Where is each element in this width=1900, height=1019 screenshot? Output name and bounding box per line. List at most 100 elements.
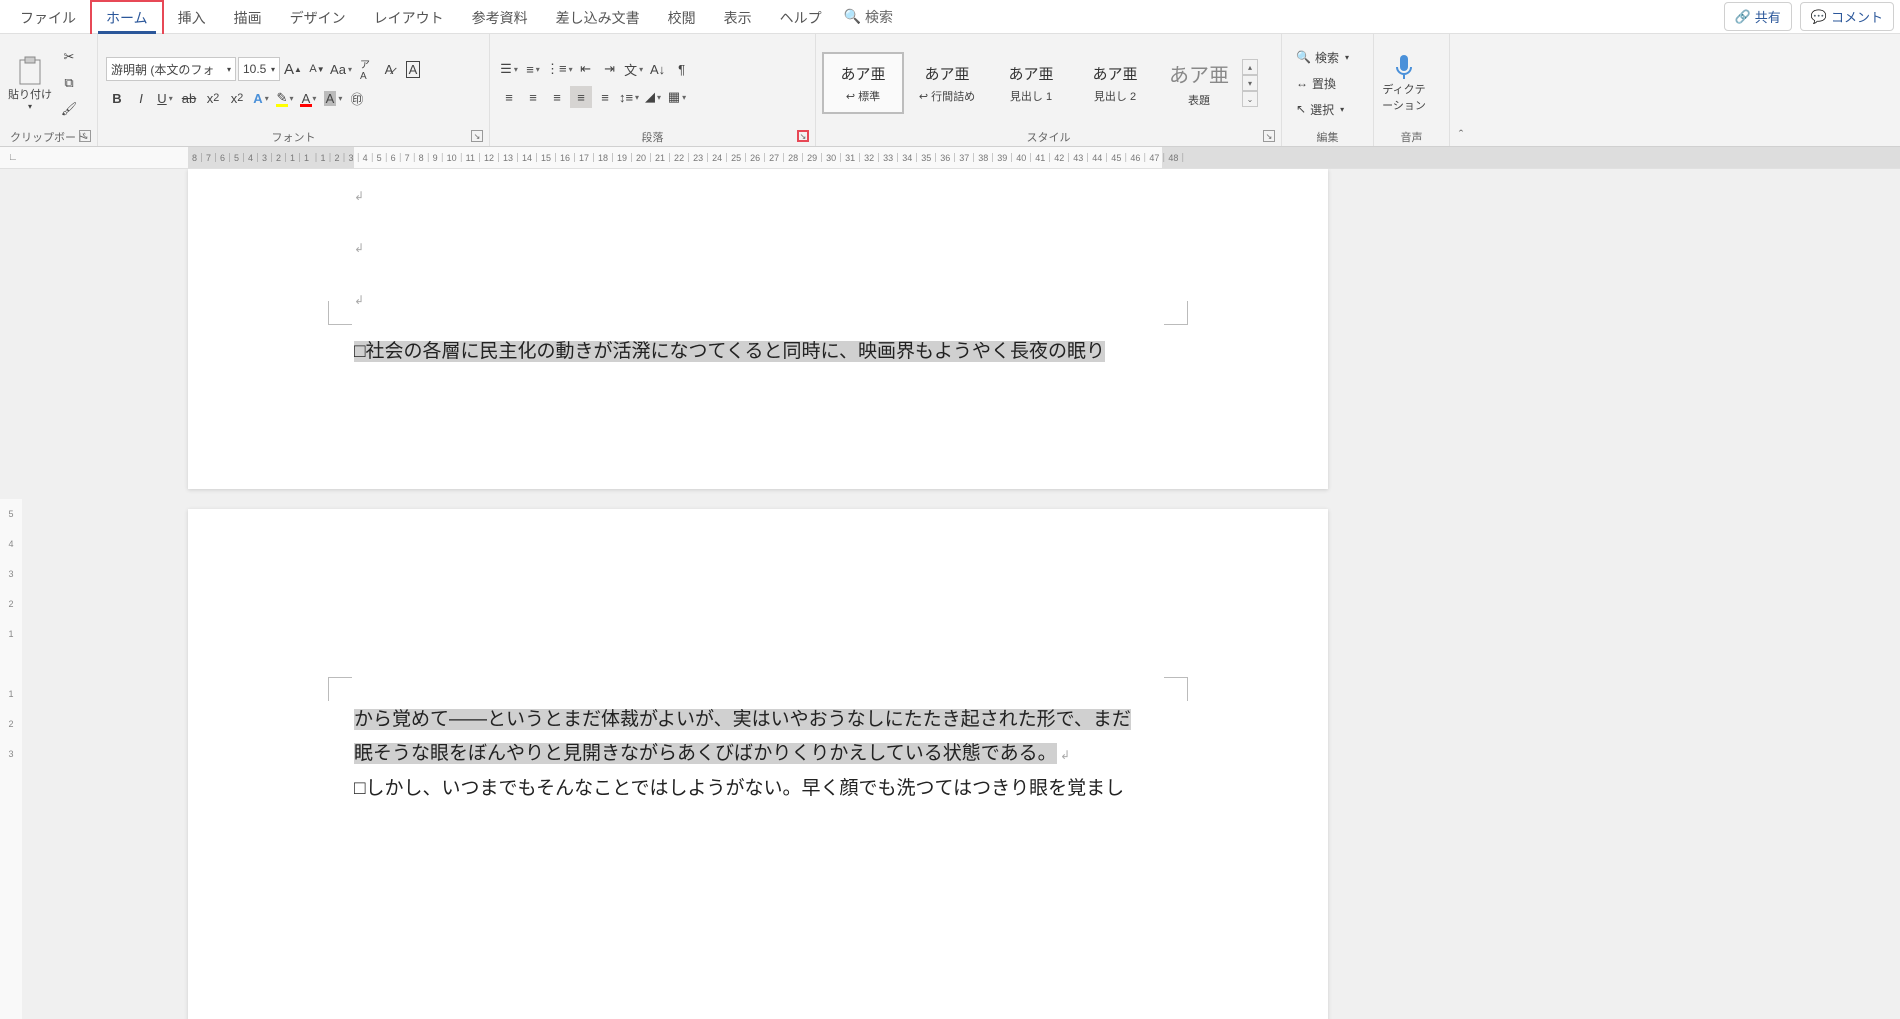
italic-button[interactable]: I	[130, 87, 152, 109]
tab-references[interactable]: 参考資料	[458, 2, 542, 32]
tab-selector[interactable]: ∟	[0, 147, 188, 168]
phonetic-button[interactable]: アA	[354, 58, 376, 80]
underline-button[interactable]: U	[154, 87, 176, 109]
increase-indent-button[interactable]: ⇥	[599, 58, 621, 80]
tab-layout[interactable]: レイアウト	[360, 2, 458, 32]
ribbon: 貼り付け ▾ ✂ ⧉ 🖌 クリップボード↘ 游明朝 (本文のフォ▾ 10.5▾ …	[0, 34, 1900, 147]
borders-button[interactable]: ▦	[666, 86, 688, 108]
page-2[interactable]: から覚めて――というとまだ体裁がよいが、実はいやおうなしにたたき起された形で、ま…	[188, 509, 1328, 1019]
indent-icon: ⇥	[604, 61, 615, 77]
clear-formatting-button[interactable]: A̷	[378, 58, 400, 80]
style-normal[interactable]: あア亜↩ 標準	[822, 52, 904, 114]
grow-font-button[interactable]: A▲	[282, 58, 304, 80]
dictation-button[interactable]: ディクテーション	[1380, 45, 1428, 121]
char-shading-button[interactable]: A	[322, 87, 344, 109]
page1-text[interactable]: ↲ ↲ ↲ □社会の各層に民主化の動きが活溌になつてくると同時に、映画界もようや…	[354, 179, 1162, 369]
tab-design[interactable]: デザイン	[276, 2, 360, 32]
margin-corner	[328, 301, 352, 325]
multilevel-button[interactable]: ⋮≡	[546, 58, 573, 80]
tab-draw[interactable]: 描画	[220, 2, 276, 32]
style-heading2[interactable]: あア亜見出し 2	[1074, 52, 1156, 114]
change-case-button[interactable]: Aa	[330, 58, 352, 80]
distribute-button[interactable]: ≡	[594, 86, 616, 108]
replace-icon: ↔	[1296, 76, 1308, 90]
search-box[interactable]: 🔍 検索	[836, 3, 901, 31]
style-no-spacing[interactable]: あア亜↩ 行間詰め	[906, 52, 988, 114]
page-1[interactable]: ↲ ↲ ↲ □社会の各層に民主化の動きが活溌になつてくると同時に、映画界もようや…	[188, 169, 1328, 489]
tab-insert[interactable]: 挿入	[164, 2, 220, 32]
comment-label: コメント	[1831, 7, 1883, 26]
enclose-button[interactable]: ㊞	[346, 87, 368, 109]
format-painter-button[interactable]: 🖌	[58, 98, 80, 120]
style-heading1[interactable]: あア亜見出し 1	[990, 52, 1072, 114]
styles-up-button[interactable]: ▴	[1242, 59, 1258, 75]
cut-button[interactable]: ✂	[58, 46, 80, 68]
align-right-button[interactable]: ≡	[546, 86, 568, 108]
tab-mailings[interactable]: 差し込み文書	[542, 2, 654, 32]
tab-help[interactable]: ヘルプ	[766, 2, 836, 32]
styles-gallery[interactable]: あア亜↩ 標準 あア亜↩ 行間詰め あア亜見出し 1 あア亜見出し 2 あア亜表…	[822, 52, 1240, 114]
body-text: しかし、いつまでもそんなことではしようがない。早く顔でも洗つてはつきり眼を覚まし	[365, 778, 1124, 799]
decrease-indent-button[interactable]: ⇤	[575, 58, 597, 80]
styles-launcher[interactable]: ↘	[1263, 130, 1275, 142]
align-left-button[interactable]: ≡	[498, 86, 520, 108]
tab-file[interactable]: ファイル	[6, 2, 90, 32]
editing-label: 編集	[1317, 129, 1339, 145]
margin-corner	[328, 677, 352, 701]
styles-more-button[interactable]: ⌄	[1242, 91, 1258, 107]
font-launcher[interactable]: ↘	[471, 130, 483, 142]
highlight-button[interactable]: ✎	[274, 87, 296, 109]
strike-button[interactable]: ab	[178, 87, 200, 109]
voice-label: 音声	[1401, 129, 1423, 145]
superscript-button[interactable]: x2	[226, 87, 248, 109]
show-marks-button[interactable]: ¶	[671, 58, 693, 80]
clipboard-launcher[interactable]: ↘	[79, 130, 91, 142]
horizontal-ruler[interactable]: 8｜7｜6｜5｜4｜3｜2｜1｜1 ｜1｜2｜3｜4｜5｜6｜7｜8｜9｜10｜…	[188, 147, 1900, 168]
shading-button[interactable]: ◢	[642, 86, 664, 108]
clipboard-icon	[17, 56, 43, 86]
numbering-icon: ≡	[526, 62, 534, 77]
collapse-ribbon-button[interactable]: ˆ	[1450, 34, 1472, 146]
shrink-font-button[interactable]: A▼	[306, 58, 328, 80]
copy-button[interactable]: ⧉	[58, 72, 80, 94]
margin-corner	[1164, 677, 1188, 701]
tab-review[interactable]: 校閲	[654, 2, 710, 32]
text-effects-button[interactable]: A	[250, 87, 272, 109]
bullets-button[interactable]: ☰	[498, 58, 520, 80]
line-spacing-button[interactable]: ↕≡	[618, 86, 640, 108]
character-border-button[interactable]: A	[402, 58, 424, 80]
pilcrow-icon: ¶	[678, 62, 685, 77]
clipboard-label: クリップボード	[10, 129, 87, 145]
justify-button[interactable]: ≡	[570, 86, 592, 108]
tab-view[interactable]: 表示	[710, 2, 766, 32]
comment-button[interactable]: 💬 コメント	[1800, 2, 1894, 31]
find-button[interactable]: 🔍検索▾	[1290, 46, 1355, 68]
sort-button[interactable]: A↓	[647, 58, 669, 80]
bullets-icon: ☰	[500, 61, 512, 77]
font-color-button[interactable]: A	[298, 87, 320, 109]
share-button[interactable]: 🔗 共有	[1724, 2, 1792, 31]
vertical-ruler[interactable]: 5 4 3 2 1 1 2 3	[0, 499, 22, 1019]
tab-home[interactable]: ホーム	[90, 0, 164, 34]
styles-down-button[interactable]: ▾	[1242, 75, 1258, 91]
style-title[interactable]: あア亜表題	[1158, 52, 1240, 114]
text-direction-button[interactable]: 文	[623, 58, 645, 80]
replace-button[interactable]: ↔置換	[1290, 72, 1355, 94]
group-paragraph: ☰ ≡ ⋮≡ ⇤ ⇥ 文 A↓ ¶ ≡ ≡ ≡ ≡ ≡ ↕≡ ◢	[490, 34, 816, 146]
char-border-icon: A	[406, 61, 421, 78]
group-styles: あア亜↩ 標準 あア亜↩ 行間詰め あア亜見出し 1 あア亜見出し 2 あア亜表…	[816, 34, 1282, 146]
paste-label: 貼り付け	[8, 86, 52, 102]
bold-button[interactable]: B	[106, 87, 128, 109]
paragraph-label: 段落	[642, 129, 664, 145]
paragraph-launcher[interactable]: ↘	[797, 130, 809, 142]
select-button[interactable]: ↖選択▾	[1290, 98, 1355, 120]
font-name-combo[interactable]: 游明朝 (本文のフォ▾	[106, 57, 236, 81]
numbering-button[interactable]: ≡	[522, 58, 544, 80]
page2-text[interactable]: から覚めて――というとまだ体裁がよいが、実はいやおうなしにたたき起された形で、ま…	[354, 703, 1162, 806]
styles-scroll: ▴ ▾ ⌄	[1242, 57, 1260, 109]
font-size-combo[interactable]: 10.5▾	[238, 57, 280, 81]
align-center-button[interactable]: ≡	[522, 86, 544, 108]
subscript-button[interactable]: x2	[202, 87, 224, 109]
sort-icon: A↓	[650, 62, 665, 77]
paste-button[interactable]: 貼り付け ▾	[6, 45, 54, 121]
